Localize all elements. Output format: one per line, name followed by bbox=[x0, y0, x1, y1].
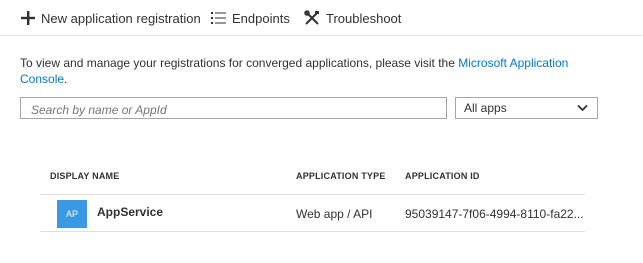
wrench-screwdriver-icon bbox=[304, 10, 319, 25]
app-avatar: AP bbox=[57, 200, 87, 228]
intro-sentence: To view and manage your registrations fo… bbox=[20, 56, 459, 70]
list-icon bbox=[211, 12, 226, 24]
app-id: 95039147-7f06-4994-8110-fa22... bbox=[405, 207, 584, 221]
troubleshoot-label: Troubleshoot bbox=[326, 10, 402, 26]
table-row[interactable]: AP AppService Web app / API 95039147-7f0… bbox=[40, 195, 585, 232]
app-filter-value: All apps bbox=[464, 101, 507, 115]
column-header-application-type[interactable]: APPLICATION TYPE bbox=[296, 171, 386, 181]
plus-icon bbox=[21, 11, 35, 25]
endpoints-button[interactable]: Endpoints bbox=[210, 8, 290, 28]
search-input[interactable] bbox=[20, 97, 447, 119]
new-application-registration-label: New application registration bbox=[41, 10, 201, 26]
app-display-name[interactable]: AppService bbox=[97, 205, 163, 219]
intro-text: To view and manage your registrations fo… bbox=[20, 55, 610, 87]
column-header-display-name[interactable]: DISPLAY NAME bbox=[50, 171, 119, 181]
app-filter-dropdown[interactable]: All apps bbox=[455, 97, 598, 119]
column-header-application-id[interactable]: APPLICATION ID bbox=[405, 171, 480, 181]
command-bar: New application registration Endpoints T… bbox=[0, 0, 643, 36]
new-application-registration-button[interactable]: New application registration bbox=[20, 8, 201, 28]
endpoints-label: Endpoints bbox=[232, 10, 290, 26]
troubleshoot-button[interactable]: Troubleshoot bbox=[304, 8, 401, 28]
app-type: Web app / API bbox=[296, 207, 373, 221]
chevron-down-icon bbox=[577, 104, 588, 112]
intro-suffix: . bbox=[64, 72, 68, 86]
